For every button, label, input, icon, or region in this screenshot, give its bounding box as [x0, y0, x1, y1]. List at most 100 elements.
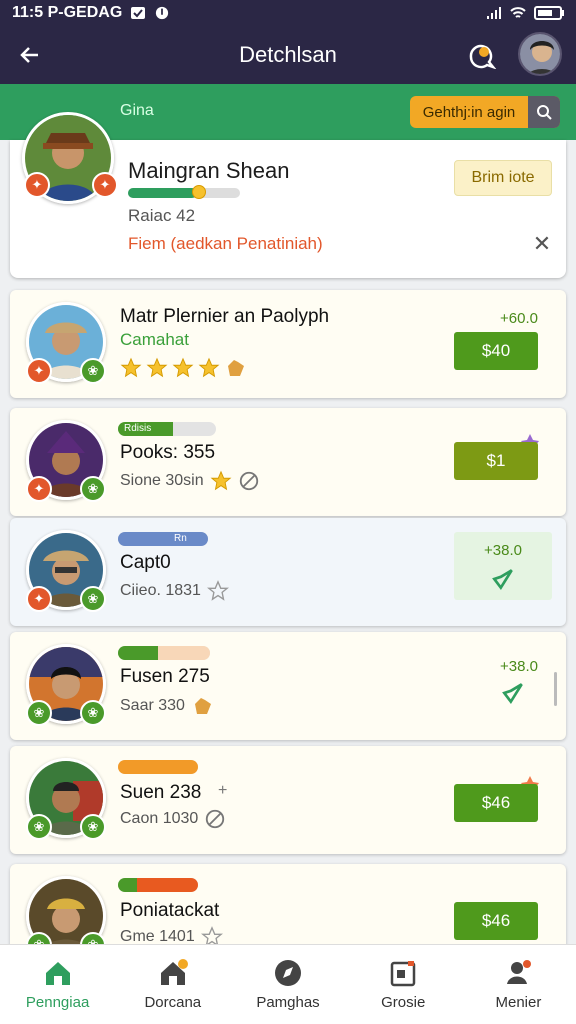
- status-text: 11:5 P-GEDAG: [12, 4, 123, 21]
- close-icon[interactable]: ✕: [530, 231, 554, 256]
- notifications-button[interactable]: [462, 38, 502, 72]
- item-subtitle: Saar 330: [120, 697, 185, 714]
- search-box[interactable]: Gehthj:in agin: [410, 96, 560, 128]
- search-text: Gehthj:in agin: [422, 103, 516, 121]
- item-progress: [118, 646, 210, 660]
- fire-badge-icon: ✦: [24, 172, 50, 198]
- progress-label: Rn: [174, 533, 187, 544]
- notification-icon: [131, 7, 146, 19]
- back-arrow-icon: [20, 47, 38, 63]
- home-icon: [45, 962, 70, 985]
- calendar-icon: [390, 961, 416, 987]
- price-button[interactable]: $40: [454, 332, 538, 370]
- user-avatar[interactable]: [518, 32, 562, 76]
- item-title: Poniatackat: [120, 900, 220, 921]
- check-leaf-icon: [492, 569, 513, 591]
- fire-badge-icon: ✦: [26, 476, 52, 502]
- item-reward: +38.0: [484, 542, 522, 559]
- scrollbar[interactable]: [554, 672, 557, 706]
- bottom-tab-bar: Penngiaa Dorcana Pamghas Grosie Menier: [0, 944, 576, 1024]
- leaf-badge-icon: ❀: [80, 814, 106, 840]
- profile-card: ✦ ✦ Maingran Shean Raiac 42 Fiem (aedkan…: [10, 112, 566, 278]
- tab-label: Dorcana: [144, 994, 202, 1011]
- price-button[interactable]: $46: [454, 784, 538, 822]
- star-icon: [210, 470, 232, 491]
- profile-pin-icon: [507, 960, 532, 984]
- item-progress: Rdisis: [118, 422, 216, 436]
- chat-bell-icon: [469, 44, 497, 69]
- fire-badge-icon: ✦: [26, 358, 52, 384]
- rating-stars: [120, 356, 248, 380]
- item-title: Matr Plernier an Paolyph: [120, 306, 330, 327]
- item-reward: +38.0: [500, 658, 538, 675]
- tab-label: Menier: [495, 994, 542, 1011]
- item-avatar: ❀ ❀: [26, 758, 106, 840]
- claim-box[interactable]: +38.0: [454, 532, 552, 600]
- profile-link[interactable]: Fiem (aedkan Penatiniah): [128, 234, 323, 254]
- price-button[interactable]: $46: [454, 902, 538, 940]
- wifi-icon: [510, 7, 526, 18]
- list-item[interactable]: ✦ ❀ Rn Capt0 Ciieo. 1831 +38.0: [10, 518, 566, 626]
- item-title: Suen 238: [120, 782, 202, 803]
- item-progress: [118, 878, 198, 892]
- profile-action-button[interactable]: Brim iote: [454, 160, 552, 196]
- item-title: Pooks: 355: [120, 442, 216, 463]
- tab-grosie[interactable]: Grosie: [346, 945, 461, 1024]
- profile-progress: [128, 185, 240, 199]
- item-sub-row: Sione 30sin: [120, 470, 260, 492]
- tab-label: Grosie: [381, 994, 426, 1011]
- item-title: Capt0: [120, 552, 171, 573]
- tab-dorcana[interactable]: Dorcana: [115, 945, 230, 1024]
- search-button[interactable]: [528, 96, 560, 128]
- item-avatar: ✦ ❀: [26, 302, 106, 384]
- list-item[interactable]: ✦ ❀ Rdisis Pooks: 355 Sione 30sin $1: [10, 408, 566, 516]
- profile-sub: Raiac 42: [128, 206, 196, 225]
- item-progress: [118, 760, 198, 774]
- leaf-badge-icon: ❀: [80, 358, 106, 384]
- item-subtitle: Camahat: [120, 330, 189, 349]
- item-subtitle: Sione 30sin: [120, 472, 204, 489]
- item-reward: +60.0: [500, 310, 538, 327]
- list-item[interactable]: ✦ ❀ Matr Plernier an Paolyph Camahat +60…: [10, 290, 566, 398]
- star-icon: [146, 357, 168, 378]
- tab-home[interactable]: Penngiaa: [0, 945, 115, 1024]
- star-icon: [198, 357, 220, 378]
- progress-dot: [192, 185, 206, 199]
- back-button[interactable]: [0, 26, 60, 84]
- list-item[interactable]: ❀ ❀ Fusen 275 Saar 330 +38.0: [10, 632, 566, 740]
- list-item[interactable]: ❀ ❀ Suen 238 + Caon 1030 $46: [10, 746, 566, 854]
- tab-menier[interactable]: Menier: [461, 945, 576, 1024]
- item-avatar: ✦ ❀: [26, 420, 106, 502]
- battery-icon: [534, 6, 564, 20]
- bag-icon: [194, 698, 211, 714]
- leaf-badge-icon: ❀: [80, 476, 106, 502]
- check-leaf-icon[interactable]: [500, 680, 526, 706]
- crossed-circle-icon: [239, 471, 258, 491]
- leaf-badge-icon: ❀: [26, 700, 52, 726]
- price-button[interactable]: $1: [454, 442, 538, 480]
- item-sub-row: Caon 1030: [120, 808, 226, 830]
- item-progress: Rn: [118, 532, 208, 546]
- star-icon: [172, 357, 194, 378]
- item-subtitle: Caon 1030: [120, 810, 199, 827]
- status-bar: 11:5 P-GEDAG: [0, 0, 576, 26]
- tab-pamghas[interactable]: Pamghas: [230, 945, 345, 1024]
- item-title: Fusen 275: [120, 666, 210, 687]
- house-badge-icon: [160, 959, 188, 985]
- leaf-badge-icon: ❀: [80, 586, 106, 612]
- search-icon: [537, 105, 552, 120]
- star-icon: [120, 357, 142, 378]
- leaf-badge-icon: ❀: [26, 814, 52, 840]
- tab-label: Pamghas: [256, 994, 320, 1011]
- bag-icon: [228, 360, 244, 376]
- item-subtitle: Ciieo. 1831: [120, 582, 201, 599]
- compass-icon: [275, 960, 301, 986]
- star-outline-icon: [206, 580, 229, 601]
- progress-label: Rdisis: [124, 423, 152, 434]
- flame-badge-icon: ✦: [92, 172, 118, 198]
- fire-badge-icon: ✦: [26, 586, 52, 612]
- item-sub-row: Ciieo. 1831: [120, 580, 229, 602]
- item-sub-row: Saar 330: [120, 694, 215, 718]
- profile-avatar[interactable]: ✦ ✦: [22, 112, 118, 204]
- item-avatar: ✦ ❀: [26, 530, 106, 612]
